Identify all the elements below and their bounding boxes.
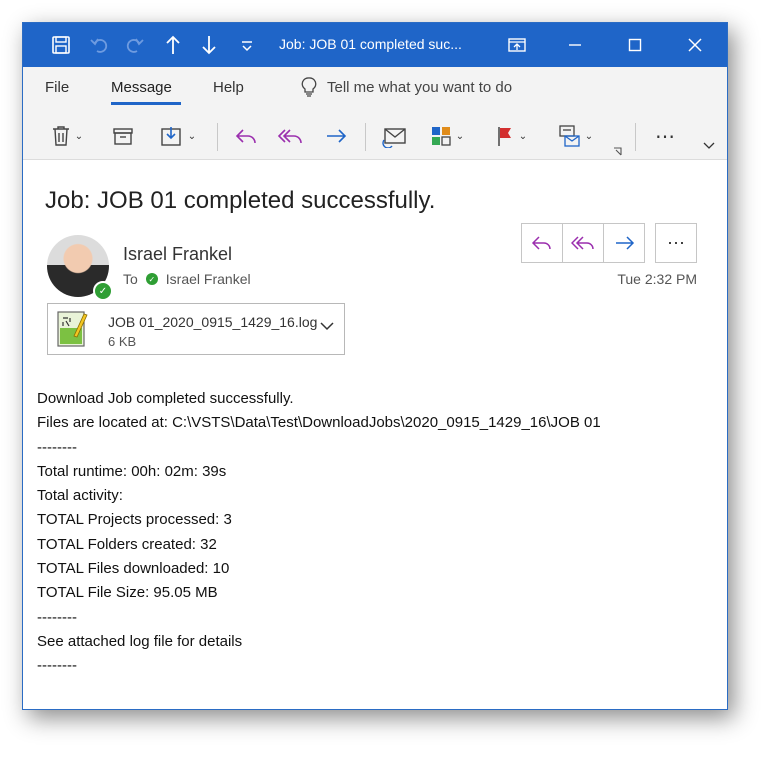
reply-all-icon (571, 236, 594, 250)
body-line: -------- (37, 608, 77, 626)
maximize-icon[interactable] (615, 31, 655, 59)
reply-all-button[interactable] (275, 119, 305, 153)
delete-button[interactable]: ⌄ (37, 119, 97, 153)
chevron-down-icon: ⌄ (455, 130, 465, 142)
customize-icon[interactable] (235, 31, 259, 59)
body-line: Total runtime: 00h: 02m: 39s (37, 462, 227, 480)
quick-steps-icon (559, 125, 580, 147)
body-line: TOTAL File Size: 95.05 MB (37, 584, 218, 602)
quick-steps-button[interactable]: ⌄ (553, 119, 597, 153)
delete-icon (52, 126, 69, 146)
mark-unread-button[interactable] (379, 119, 411, 153)
ribbon-separator (365, 123, 366, 151)
ribbon-separator (217, 123, 218, 151)
move-icon (161, 127, 181, 146)
reply-actions (521, 223, 645, 263)
received-time: Tue 2:32 PM (617, 271, 697, 287)
tab-message[interactable]: Message (111, 79, 172, 96)
reply-icon (235, 129, 256, 144)
presence-available-icon: ✓ (93, 281, 113, 301)
forward-button[interactable] (604, 224, 644, 262)
window-title: Job: JOB 01 completed suc... (279, 36, 462, 52)
tell-me-search[interactable]: Tell me what you want to do (301, 77, 512, 97)
title-bar: Job: JOB 01 completed suc... (23, 23, 727, 67)
forward-icon (327, 129, 347, 143)
lightbulb-icon (301, 77, 317, 97)
body-line: Download Job completed successfully. (37, 390, 294, 407)
forward-icon (616, 236, 635, 250)
attachment-name: JOB 01_2020_0915_1429_16.log (108, 314, 318, 330)
body-line: -------- (37, 438, 77, 456)
ribbon-separator (635, 123, 636, 151)
outlook-message-window: Job: JOB 01 completed suc... File Messag… (22, 22, 728, 710)
reply-all-button[interactable] (563, 224, 604, 262)
dialog-launcher-icon[interactable] (611, 145, 625, 159)
categorize-button[interactable]: ⌄ (425, 119, 469, 153)
body-line: TOTAL Folders created: 32 (37, 535, 217, 553)
archive-button[interactable] (109, 119, 137, 153)
restore-ribbon-icon[interactable] (497, 31, 537, 59)
tab-file[interactable]: File (45, 79, 69, 96)
ribbon: File Message Help Tell me what you want … (23, 67, 727, 160)
attachment-card[interactable]: JOB 01_2020_0915_1429_16.log 6 KB (47, 303, 345, 355)
body-line: See attached log file for details (37, 632, 243, 650)
down-icon[interactable] (195, 31, 223, 59)
attachment-size: 6 KB (108, 334, 137, 349)
body-line: -------- (37, 657, 77, 675)
flag-icon (498, 127, 511, 146)
reply-button[interactable] (231, 119, 261, 153)
archive-icon (113, 128, 133, 145)
tell-me-text: Tell me what you want to do (327, 78, 513, 96)
chevron-down-icon: ⌄ (187, 130, 197, 142)
chevron-down-icon: ⌄ (584, 130, 594, 142)
redo-icon[interactable] (119, 31, 151, 59)
body-line: TOTAL Projects processed: 3 (37, 511, 232, 529)
undo-icon[interactable] (83, 31, 115, 59)
reply-button[interactable] (522, 224, 563, 262)
reply-all-icon (277, 129, 302, 144)
presence-available-icon: ✓ (145, 273, 158, 285)
tab-help[interactable]: Help (213, 79, 244, 96)
body-line: Files are located at: C:\VSTS\Data\Test\… (37, 414, 601, 432)
up-icon[interactable] (159, 31, 187, 59)
body-line: TOTAL Files downloaded: 10 (37, 560, 230, 578)
move-button[interactable]: ⌄ (155, 119, 201, 153)
chevron-down-icon: ⌄ (74, 130, 84, 142)
close-icon[interactable] (675, 31, 715, 59)
log-file-icon (57, 311, 88, 347)
sender-name[interactable]: Israel Frankel (123, 244, 232, 265)
forward-button[interactable] (321, 119, 351, 153)
chevron-down-icon: ⌄ (518, 130, 528, 142)
more-icon[interactable]: ⋯ (647, 119, 683, 153)
body-line: Total activity: (37, 487, 123, 505)
mark-unread-icon (382, 128, 406, 148)
recipient-row: To ✓ Israel Frankel (123, 271, 251, 287)
categorize-icon (431, 127, 451, 146)
flag-button[interactable]: ⌄ (491, 119, 531, 153)
chevron-down-icon[interactable] (320, 318, 334, 334)
save-icon[interactable] (45, 31, 77, 59)
ribbon-collapse-icon[interactable] (699, 129, 719, 163)
recipient-name[interactable]: Israel Frankel (166, 271, 251, 287)
more-actions-icon[interactable]: ⋯ (655, 223, 697, 263)
reply-icon (531, 236, 551, 250)
minimize-icon[interactable] (555, 31, 595, 59)
to-label: To (123, 271, 138, 287)
message-subject: Job: JOB 01 completed successfully. (45, 187, 436, 214)
active-tab-indicator (111, 102, 181, 105)
message-body: Download Job completed successfully. Fil… (37, 387, 601, 679)
